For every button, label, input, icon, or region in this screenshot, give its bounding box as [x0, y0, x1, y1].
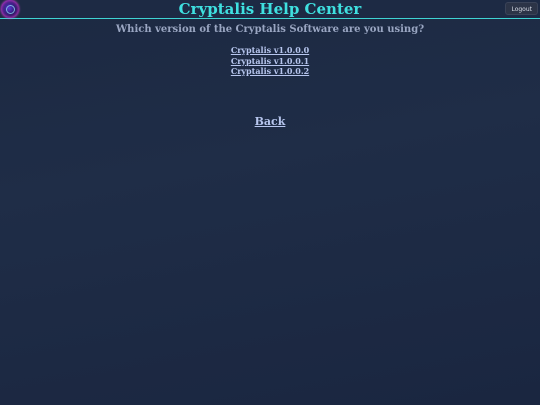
- page-title: Cryptalis Help Center: [178, 0, 362, 18]
- version-link-1-0-0-2[interactable]: Cryptalis v1.0.0.2: [0, 66, 540, 77]
- back-link[interactable]: Back: [255, 115, 286, 128]
- version-link-1-0-0-0[interactable]: Cryptalis v1.0.0.0: [0, 45, 540, 56]
- header-bar: Cryptalis Help Center Logout: [0, 0, 540, 19]
- version-link-1-0-0-1[interactable]: Cryptalis v1.0.0.1: [0, 56, 540, 67]
- version-list: Cryptalis v1.0.0.0 Cryptalis v1.0.0.1 Cr…: [0, 45, 540, 77]
- logout-button[interactable]: Logout: [505, 2, 538, 15]
- version-question: Which version of the Cryptalis Software …: [115, 24, 425, 35]
- back-container: Back: [0, 110, 540, 129]
